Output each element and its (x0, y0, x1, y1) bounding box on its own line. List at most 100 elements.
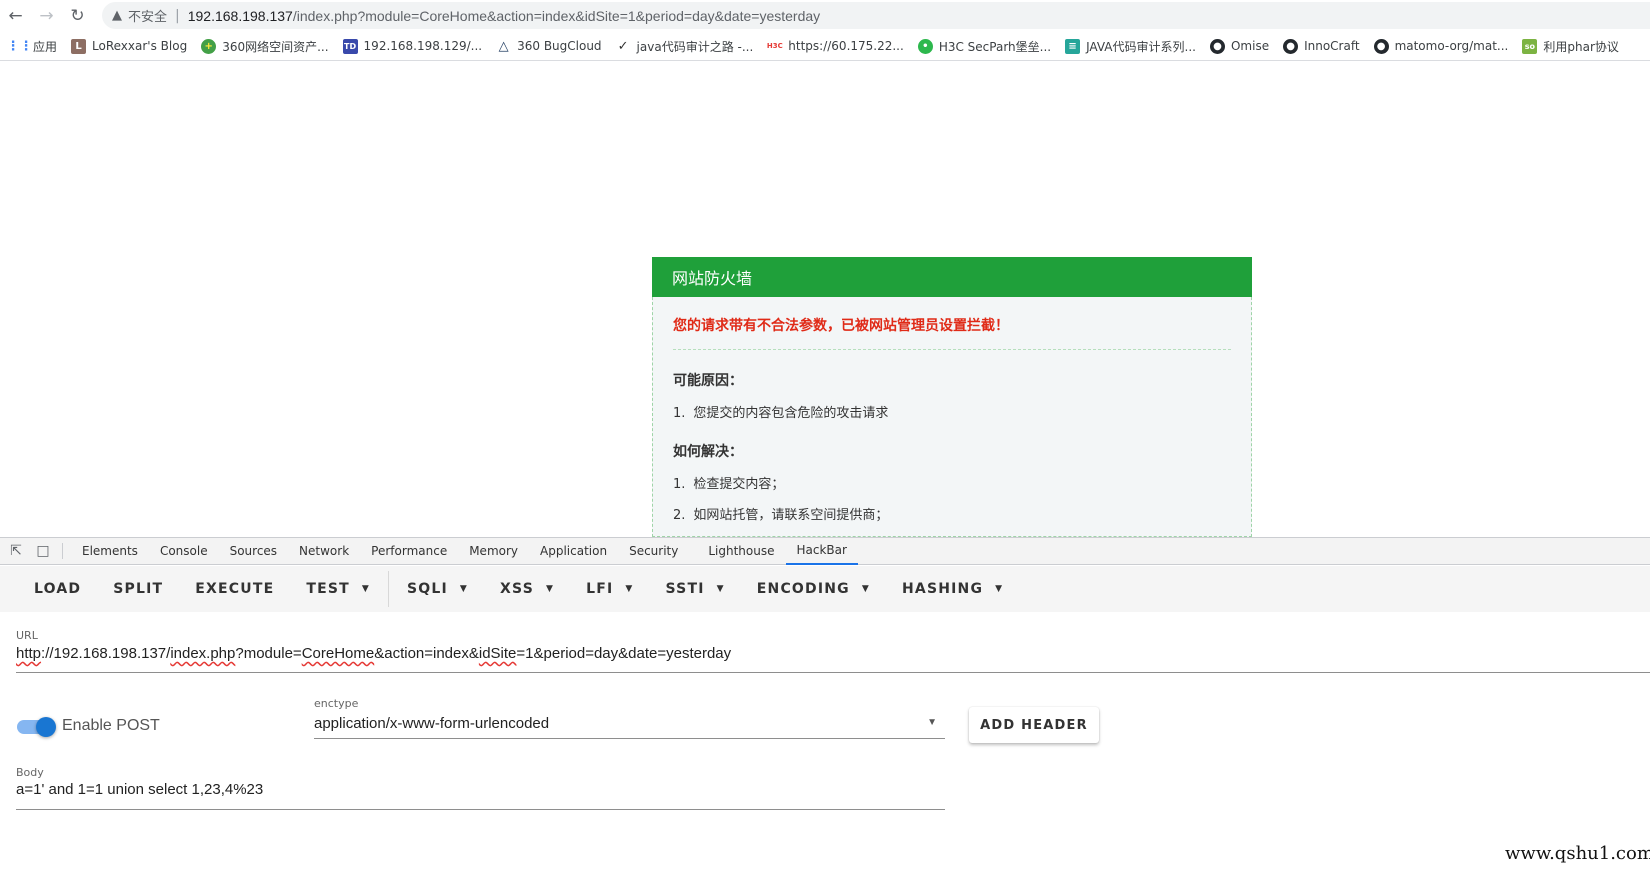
bookmark-label: 192.168.198.129/... (363, 39, 483, 53)
github-icon: ● (1373, 38, 1389, 54)
toggle-thumb (36, 717, 56, 737)
url-input[interactable]: http://192.168.198.137/index.php?module=… (16, 643, 1650, 673)
bookmark-label: InnoCraft (1304, 39, 1360, 53)
insecure-label[interactable]: 不安全 (128, 6, 167, 25)
tab-security[interactable]: Security (618, 537, 689, 565)
ssti-menu-button[interactable]: SSTI ▼ (650, 571, 741, 607)
reasons-heading: 可能原因： (673, 373, 743, 389)
bookmark-60-175-22[interactable]: H3C https://60.175.22... (767, 39, 904, 54)
enctype-label: enctype (314, 697, 359, 710)
bookmark-label: matomo-org/mat... (1394, 39, 1509, 53)
doc-icon: ≡ (1065, 38, 1081, 54)
bookmark-192-168-198-129[interactable]: TD 192.168.198.129/... (342, 38, 483, 54)
caret-down-icon: ▼ (625, 584, 634, 594)
bookmark-lorexxar[interactable]: L LoRexxar's Blog (71, 38, 188, 54)
url-path[interactable]: /index.php?module=CoreHome&action=index&… (293, 8, 820, 24)
body-input[interactable]: a=1' and 1=1 union select 1,23,4%23 (16, 780, 945, 810)
bookmark-innocraft[interactable]: ● InnoCraft (1283, 38, 1360, 54)
github-icon: ● (1209, 38, 1225, 54)
watermark: www.qshu1.com (1505, 843, 1650, 864)
enctype-value: application/x-www-form-urlencoded (314, 715, 550, 732)
bookmark-360[interactable]: + 360网络空间资产... (201, 38, 329, 55)
enctype-select[interactable]: application/x-www-form-urlencoded ▼ (314, 711, 945, 739)
solution-item: 1. 检查提交内容； (673, 477, 785, 492)
dropdown-arrow-icon: ▼ (927, 717, 937, 728)
address-bar[interactable]: ▲ 不安全 | 192.168.198.137/index.php?module… (102, 2, 1650, 29)
reason-item: 1. 您提交的内容包含危险的攻击请求 (673, 406, 889, 421)
bookmark-label: JAVA代码审计系列... (1086, 39, 1196, 54)
bookmark-label: https://60.175.22... (788, 39, 904, 53)
github-icon: ● (1283, 38, 1299, 54)
apps-grid-icon: ⋮⋮ (6, 38, 33, 54)
url-host[interactable]: 192.168.198.137 (188, 8, 293, 24)
tab-lighthouse[interactable]: Lighthouse (697, 537, 785, 565)
solutions-heading: 如何解决： (673, 444, 743, 460)
bookmark-label: LoRexxar's Blog (92, 39, 188, 53)
tab-hackbar[interactable]: HackBar (785, 537, 858, 565)
back-arrow-icon[interactable]: ← (0, 0, 31, 31)
bookmark-apps[interactable]: ⋮⋮ 应用 (6, 38, 58, 55)
blog-icon: L (71, 38, 87, 54)
inspect-element-icon[interactable]: ⇱ (5, 543, 27, 559)
tab-application[interactable]: Application (529, 537, 618, 565)
td-icon: TD (342, 38, 358, 54)
execute-button[interactable]: EXECUTE (179, 571, 290, 607)
divider (62, 543, 63, 559)
tab-memory[interactable]: Memory (458, 537, 529, 565)
tab-console[interactable]: Console (149, 537, 219, 565)
bookmark-java-audit-series[interactable]: ≡ JAVA代码审计系列... (1065, 38, 1196, 55)
bookmark-java-audit[interactable]: ✓ java代码审计之路 -... (616, 38, 754, 55)
solution-item: 2. 如网站托管，请联系空间提供商； (673, 508, 889, 523)
add-header-button[interactable]: ADD HEADER (969, 707, 1099, 743)
bookmarks-bar: ⋮⋮ 应用 L LoRexxar's Blog + 360网络空间资产... T… (0, 32, 1650, 61)
caret-down-icon: ▼ (995, 584, 1004, 594)
devtools-tab-bar: ⇱ □ Elements Console Sources Network Per… (0, 537, 1650, 565)
bookmark-label: 360网络空间资产... (222, 39, 329, 54)
enable-post-toggle[interactable] (17, 717, 56, 737)
browser-toolbar: ← → ↻ ▲ 不安全 | 192.168.198.137/index.php?… (0, 0, 1650, 31)
bookmark-label: 利用phar协议 (1543, 39, 1619, 54)
bookmark-matomo[interactable]: ● matomo-org/mat... (1373, 38, 1509, 54)
caret-down-icon: ▼ (459, 584, 469, 594)
reload-icon[interactable]: ↻ (62, 0, 93, 31)
bookmark-label: H3C SecParh堡垒... (938, 39, 1052, 54)
bookmark-label: 应用 (33, 39, 58, 54)
bookmark-label: 360 BugCloud (517, 39, 602, 53)
omnibox-divider: | (175, 7, 180, 24)
encoding-menu-button[interactable]: ENCODING ▼ (741, 571, 886, 607)
xss-menu-button[interactable]: XSS ▼ (484, 571, 570, 607)
waf-body: 您的请求带有不合法参数，已被网站管理员设置拦截！ 可能原因： 1. 您提交的内容包… (652, 297, 1252, 537)
lfi-menu-button[interactable]: LFI ▼ (570, 571, 649, 607)
test-menu-button[interactable]: TEST ▼ (290, 571, 386, 607)
triangle-icon: △ (498, 38, 509, 54)
caret-down-icon: ▼ (361, 584, 370, 594)
hackbar-menu: LOAD SPLIT EXECUTE TEST ▼ SQLI ▼ XSS ▼ LFI ▼… (0, 566, 1650, 612)
url-field-label: URL (16, 629, 38, 642)
tab-elements[interactable]: Elements (71, 537, 149, 565)
warning-icon[interactable]: ▲ (112, 8, 122, 23)
waf-title: 网站防火墙 (652, 257, 1252, 297)
device-toolbar-icon[interactable]: □ (32, 543, 54, 559)
caret-down-icon: ▼ (861, 584, 870, 594)
split-button[interactable]: SPLIT (97, 571, 179, 607)
bookmark-phar[interactable]: so 利用phar协议 (1522, 38, 1619, 55)
wechat-icon: • (917, 38, 933, 54)
waf-alert-message: 您的请求带有不合法参数，已被网站管理员设置拦截！ (673, 297, 1231, 350)
forward-arrow-icon[interactable]: → (31, 0, 62, 31)
divider (388, 571, 389, 607)
bookmark-label: java代码审计之路 -... (636, 39, 754, 54)
bookmark-label: Omise (1230, 39, 1270, 53)
bookmark-bugcloud[interactable]: △ 360 BugCloud (496, 38, 602, 54)
sqli-menu-button[interactable]: SQLI ▼ (391, 571, 484, 607)
hashing-menu-button[interactable]: HASHING ▼ (886, 571, 1019, 607)
feather-icon: ✓ (617, 38, 629, 54)
tab-sources[interactable]: Sources (219, 537, 288, 565)
body-field-label: Body (16, 766, 44, 779)
bookmark-h3c-secparh[interactable]: • H3C SecParh堡垒... (917, 38, 1052, 55)
so-icon: so (1522, 38, 1538, 54)
tab-network[interactable]: Network (288, 537, 360, 565)
360-icon: + (201, 38, 217, 54)
load-button[interactable]: LOAD (18, 571, 97, 607)
bookmark-omise[interactable]: ● Omise (1209, 38, 1270, 54)
tab-performance[interactable]: Performance (360, 537, 458, 565)
